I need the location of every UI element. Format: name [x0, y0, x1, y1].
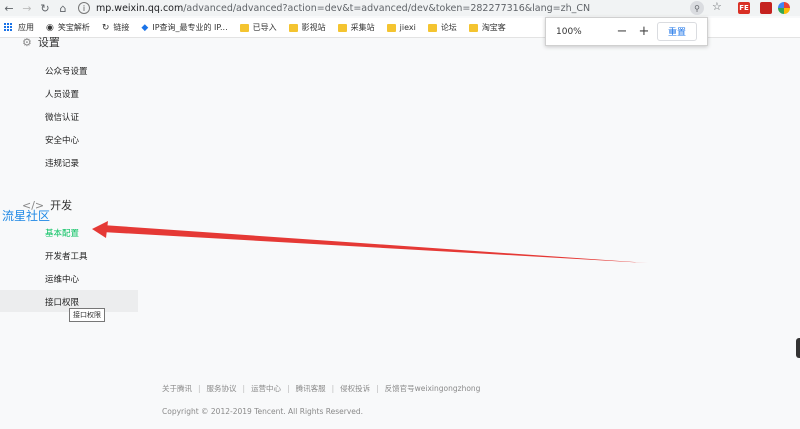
menu-item-api-permissions[interactable]: 接口权限 [45, 296, 79, 308]
bookmark-label: 淘宝客 [481, 23, 506, 32]
menu-item-ops-center[interactable]: 运维中心 [45, 273, 79, 285]
bookmark-label: IP查询_最专业的 IP... [152, 23, 228, 32]
annotation-arrow [92, 221, 648, 263]
arrow-head [92, 221, 108, 238]
bookmark-label: jiexi [399, 23, 416, 32]
folder-icon [337, 23, 347, 32]
footer-links: 关于腾讯 | 服务协议 | 运营中心 | 腾讯客服 | 侵权投诉 | 反馈官号w… [162, 383, 480, 394]
extension-circle-icon[interactable] [778, 2, 790, 14]
bookmark-label: 采集站 [350, 23, 375, 32]
menu-item-account-settings[interactable]: 公众号设置 [45, 65, 88, 77]
info-icon[interactable]: i [78, 2, 90, 14]
forward-icon[interactable]: → [18, 0, 36, 16]
tooltip: 接口权限 [69, 308, 105, 322]
extension-fe-icon[interactable]: FE [738, 2, 750, 14]
zoom-level: 100% [556, 26, 582, 37]
footer-link-about[interactable]: 关于腾讯 [162, 383, 192, 394]
extension-red-icon[interactable] [760, 2, 772, 14]
copyright: Copyright © 2012-2019 Tencent. All Right… [162, 407, 364, 416]
bookmark-folder[interactable]: 采集站 [337, 22, 375, 33]
menu-item-violation-records[interactable]: 违规记录 [45, 157, 79, 169]
diamond-icon: ◆ [141, 22, 149, 33]
bookmark-folder[interactable]: 影视站 [288, 22, 326, 33]
refresh-icon: ↻ [101, 22, 110, 33]
footer-link-service[interactable]: 腾讯客服 [296, 383, 326, 394]
footer-link-feedback[interactable]: 反馈官号weixingongzhong [385, 383, 481, 394]
bookmark-apps[interactable]: 应用 [4, 22, 34, 33]
url-field[interactable]: i mp.weixin.qq.com/advanced/advanced?act… [78, 1, 703, 15]
gear-icon: ⚙ [22, 35, 32, 49]
menu-item-basic-config[interactable]: 基本配置 [45, 227, 79, 239]
bookmark-label: 已导入 [252, 23, 277, 32]
bookmark-item[interactable]: ↻ 链接 [102, 22, 130, 33]
footer-separator: | [331, 384, 335, 393]
bookmark-folder[interactable]: 淘宝客 [468, 22, 506, 33]
folder-icon [427, 23, 437, 32]
bookmark-item[interactable]: ◆ IP查询_最专业的 IP... [141, 22, 227, 33]
footer-separator: | [287, 384, 290, 393]
dev-title-label: 开发 [50, 199, 73, 212]
bookmark-folder[interactable]: jiexi [386, 23, 416, 32]
bookmark-folder[interactable]: 已导入 [239, 22, 277, 33]
folder-icon [386, 23, 396, 32]
back-icon[interactable]: ← [0, 0, 18, 16]
folder-icon [239, 23, 249, 32]
globe-icon: ◉ [46, 22, 54, 33]
arrow-shaft [102, 225, 648, 263]
menu-item-staff-settings[interactable]: 人员设置 [45, 88, 79, 100]
url-host: mp.weixin.qq.com [96, 2, 184, 14]
menu-item-developer-tools[interactable]: 开发者工具 [45, 250, 88, 262]
reload-icon[interactable]: ↻ [36, 0, 54, 16]
footer-link-terms[interactable]: 服务协议 [207, 383, 237, 394]
menu-item-security-center[interactable]: 安全中心 [45, 134, 79, 146]
bookmark-item[interactable]: ◉ 笑宝解析 [46, 22, 90, 33]
url-path: /advanced/advanced?action=dev&t=advanced… [183, 2, 591, 14]
address-bar: ← → ↻ ⌂ i mp.weixin.qq.com/advanced/adva… [0, 0, 800, 16]
zoom-popup: 100% − + 重置 [545, 17, 708, 46]
zoom-out-button[interactable]: − [611, 24, 633, 39]
zoom-in-button[interactable]: + [633, 24, 655, 39]
folder-icon [288, 23, 298, 32]
side-handle[interactable] [796, 338, 800, 358]
menu-item-wechat-verification[interactable]: 微信认证 [45, 111, 79, 123]
zoom-reset-button[interactable]: 重置 [657, 22, 697, 41]
bookmark-label: 链接 [113, 23, 130, 32]
bookmark-label: 应用 [18, 23, 34, 32]
apps-icon [4, 23, 13, 32]
footer-link-complaint[interactable]: 侵权投诉 [340, 383, 370, 394]
footer-separator: | [242, 384, 246, 393]
bookmark-star-icon[interactable]: ☆ [712, 0, 722, 13]
settings-title-label: 设置 [37, 36, 60, 49]
home-icon[interactable]: ⌂ [54, 0, 72, 16]
footer-link-ops[interactable]: 运营中心 [251, 383, 281, 394]
bookmark-label: 笑宝解析 [57, 23, 90, 32]
bookmark-label: 论坛 [440, 23, 457, 32]
zoom-icon[interactable]: ⚲ [690, 1, 704, 15]
settings-group-title: ⚙ 设置 [22, 34, 60, 50]
bookmark-folder[interactable]: 论坛 [427, 22, 457, 33]
watermark-text: 流星社区 [2, 209, 51, 223]
folder-icon [468, 23, 478, 32]
footer-separator: | [376, 384, 379, 393]
bookmark-label: 影视站 [301, 23, 326, 32]
footer-separator: | [198, 384, 201, 393]
